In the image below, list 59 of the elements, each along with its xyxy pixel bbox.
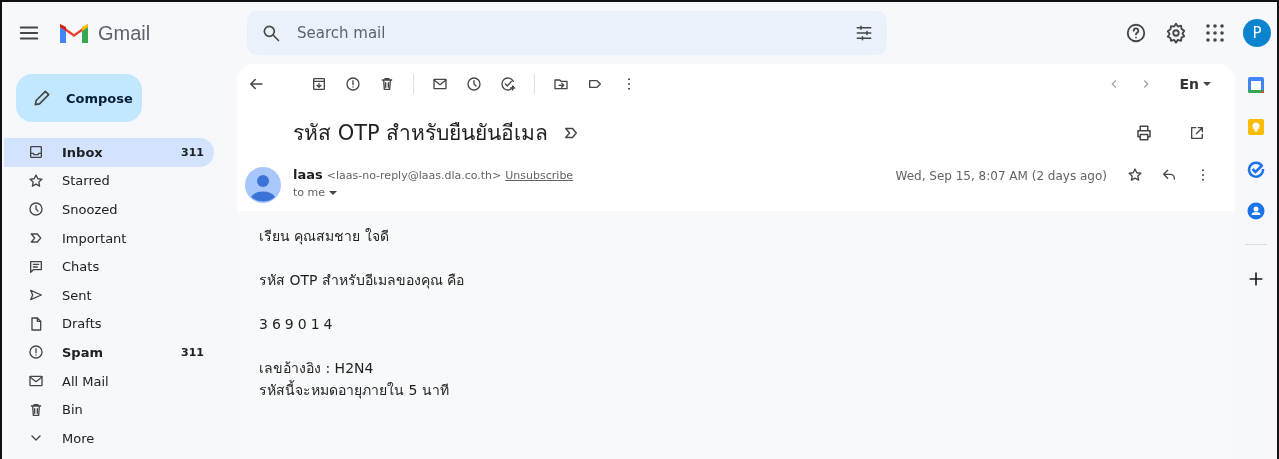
contacts-icon[interactable] xyxy=(1247,202,1265,220)
nav-item[interactable]: Starred xyxy=(4,166,214,196)
message-text: เรียน คุณสมชาย ใจดี xyxy=(259,227,390,247)
add-task-icon[interactable] xyxy=(500,76,516,92)
file-icon[interactable] xyxy=(28,315,44,332)
nav-item[interactable]: Sent xyxy=(4,280,214,310)
app-name: Gmail xyxy=(98,21,151,45)
apps-grid-icon[interactable] xyxy=(1205,23,1225,43)
search-bar[interactable]: Search mail xyxy=(247,11,887,55)
sender-email: <laas-no-reply@laas.dla.co.th> xyxy=(326,169,502,182)
star-icon[interactable] xyxy=(28,172,44,189)
recipient-dropdown[interactable]: to me xyxy=(293,186,884,199)
print-icon[interactable] xyxy=(1135,123,1153,142)
archive-icon[interactable] xyxy=(311,76,327,92)
message-text: รหัสนี้จะหมดอายุภายใน 5 นาที xyxy=(259,379,450,401)
nav-item[interactable]: All Mail xyxy=(4,366,214,396)
calendar-icon[interactable] xyxy=(1247,76,1265,94)
trash-icon[interactable] xyxy=(28,401,44,418)
clock-icon[interactable] xyxy=(28,201,44,218)
settings-icon[interactable] xyxy=(1165,22,1187,44)
chat-icon[interactable] xyxy=(28,258,44,275)
report-spam-icon[interactable] xyxy=(345,76,361,92)
star-icon[interactable] xyxy=(1127,167,1143,183)
message-text: เลขอ้างอิง : H2N4 xyxy=(259,359,375,378)
task-check-icon[interactable] xyxy=(1247,160,1265,178)
sender-avatar xyxy=(245,167,281,203)
otp-code: 369014 xyxy=(259,315,338,334)
reply-icon[interactable] xyxy=(1161,167,1177,183)
open-in-new-window-icon[interactable] xyxy=(1189,124,1205,141)
nav-item[interactable]: Spam 311 xyxy=(4,338,214,367)
message-date: Wed, Sep 15, 8:07 AM (2 days ago) xyxy=(895,169,1107,183)
unsubscribe-link[interactable]: Unsubscribe xyxy=(505,169,574,182)
help-icon[interactable] xyxy=(1125,22,1147,44)
unread-count: 311 xyxy=(181,345,204,359)
unread-count: 311 xyxy=(181,145,204,159)
filter-options-icon[interactable] xyxy=(855,24,873,42)
envelope-logo-icon[interactable] xyxy=(58,21,90,45)
mail-icon[interactable] xyxy=(432,76,448,92)
nav-item[interactable]: Important xyxy=(4,223,214,253)
nav-item[interactable]: Snoozed xyxy=(4,195,214,224)
nav-item[interactable]: Chats xyxy=(4,252,214,281)
nav-item[interactable]: More xyxy=(4,423,214,453)
clock-icon[interactable] xyxy=(466,76,482,92)
search-input[interactable]: Search mail xyxy=(295,23,841,43)
search-icon[interactable] xyxy=(261,23,281,43)
account-avatar[interactable]: P xyxy=(1243,19,1271,47)
nav-item[interactable]: Bin xyxy=(4,395,214,424)
inbox-icon[interactable] xyxy=(28,144,44,161)
input-language-button[interactable]: En xyxy=(1171,76,1219,92)
sender-name: laas xyxy=(293,167,323,182)
spam-icon[interactable] xyxy=(28,344,44,361)
nav-item[interactable]: Inbox 311 xyxy=(4,138,214,167)
nav-item[interactable]: Drafts xyxy=(4,309,214,339)
email-subject: รหัส OTP สำหรับยืนยันอีเมล xyxy=(293,120,549,147)
message-text: รหัส OTP สำหรับอีเมลของคุณ คือ xyxy=(259,271,466,291)
trash-icon[interactable] xyxy=(379,76,395,92)
move-to-folder-icon[interactable] xyxy=(553,76,569,92)
pencil-icon[interactable] xyxy=(32,88,52,108)
compose-button[interactable]: Compose xyxy=(16,74,142,122)
